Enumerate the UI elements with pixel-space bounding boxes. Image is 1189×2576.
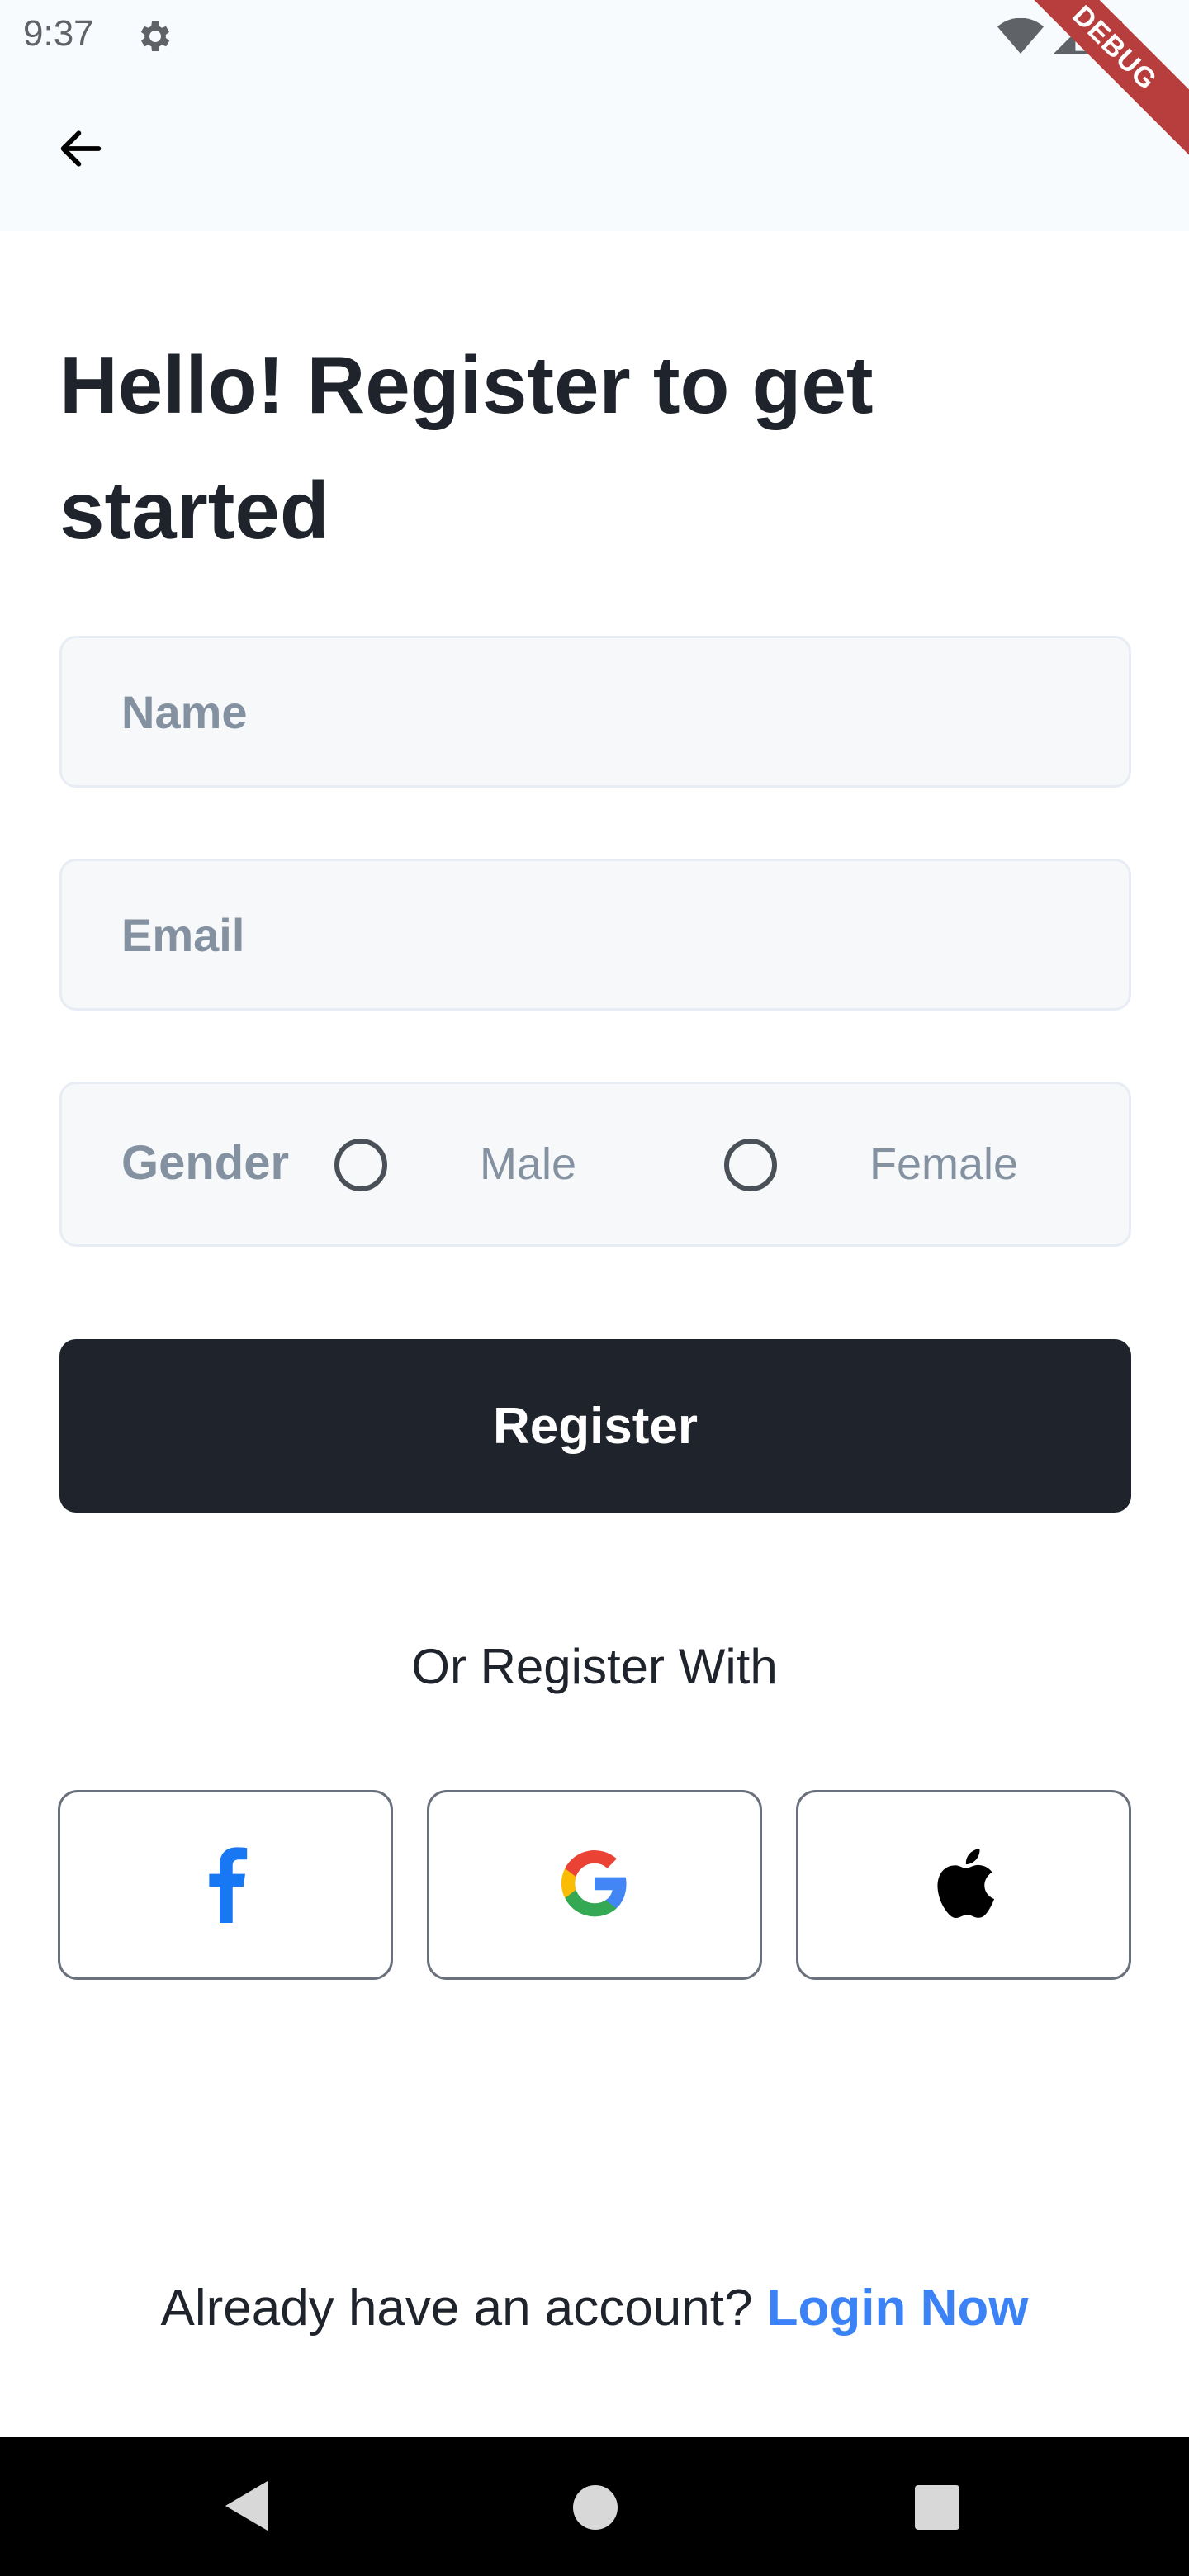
male-option-label[interactable]: Male <box>480 1139 576 1190</box>
settings-gear-icon <box>134 17 173 56</box>
nav-recents-icon[interactable] <box>915 2485 959 2530</box>
login-now-link[interactable]: Login Now <box>767 2280 1029 2337</box>
wifi-icon <box>997 17 1044 59</box>
app-bar <box>0 74 1189 231</box>
facebook-button[interactable] <box>58 1790 393 1980</box>
name-field <box>59 636 1131 788</box>
status-time: 9:37 <box>23 13 94 54</box>
page-title: Hello! Register to get started <box>59 339 874 556</box>
facebook-icon <box>201 1844 250 1927</box>
google-icon <box>558 1847 631 1924</box>
login-prompt-text: Already have an account? <box>160 2280 753 2337</box>
apple-button[interactable] <box>796 1790 1131 1980</box>
male-radio[interactable] <box>334 1139 387 1191</box>
apple-icon <box>931 1845 997 1925</box>
nav-home-icon[interactable] <box>573 2485 618 2530</box>
nav-back-icon[interactable] <box>223 2479 272 2537</box>
gender-label: Gender <box>121 1136 290 1190</box>
system-nav-bar <box>0 2437 1189 2576</box>
gender-field: Gender Male Female <box>59 1082 1131 1247</box>
status-bar: 9:37 <box>0 0 1189 74</box>
register-button[interactable]: Register <box>59 1339 1131 1513</box>
login-prompt: Already have an account? Login Now <box>0 2279 1189 2337</box>
or-register-with-label: Or Register With <box>411 1639 778 1694</box>
email-input[interactable] <box>62 861 1129 1008</box>
arrow-back-icon <box>54 122 107 179</box>
female-option-label[interactable]: Female <box>869 1139 1018 1190</box>
google-button[interactable] <box>427 1790 762 1980</box>
female-radio[interactable] <box>724 1139 777 1191</box>
back-button[interactable] <box>48 117 114 183</box>
name-input[interactable] <box>62 638 1129 785</box>
email-field <box>59 859 1131 1011</box>
